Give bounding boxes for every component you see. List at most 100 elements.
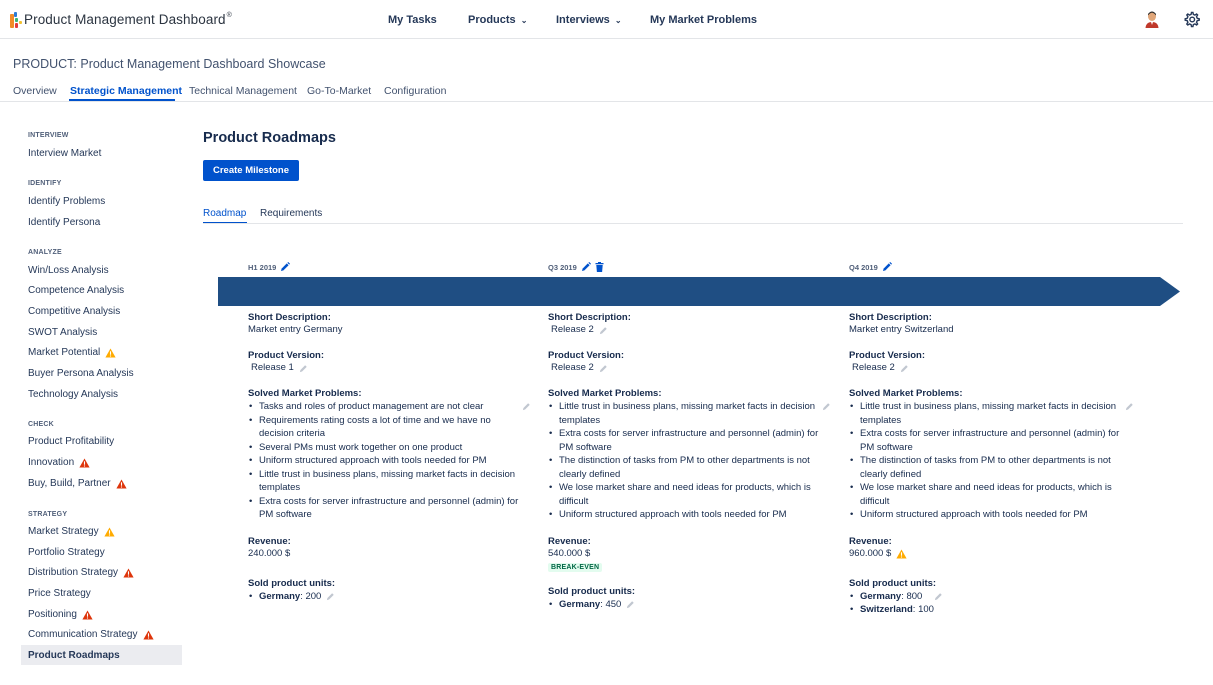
tab-strategic-management[interactable]: Strategic Management <box>70 85 182 97</box>
nav-my-tasks-label: My Tasks <box>388 14 437 26</box>
edit-pencil-icon[interactable] <box>1125 402 1134 411</box>
product-version-text: Release 2 <box>551 362 594 373</box>
user-avatar-icon[interactable] <box>1145 11 1159 28</box>
sidebar-item-price-strategy[interactable]: Price Strategy <box>28 588 91 599</box>
sidebar-item-communication-strategy[interactable]: Communication Strategy <box>28 629 154 640</box>
revenue-label: Revenue: <box>849 535 892 547</box>
page-title: Product Roadmaps <box>203 130 336 146</box>
short-description-value: Release 2 <box>548 324 838 336</box>
short-description-value: Market entry Switzerland <box>849 324 954 335</box>
sold-units-item: Germany: 450 <box>548 598 838 612</box>
sidebar-item-product-roadmaps[interactable]: Product Roadmaps <box>21 645 182 665</box>
gear-icon[interactable] <box>1183 11 1200 28</box>
sidebar-item-label: Buyer Persona Analysis <box>28 368 134 379</box>
short-description-label: Short Description: <box>849 312 932 323</box>
nav-interviews-label: Interviews <box>556 14 610 26</box>
edit-pencil-icon[interactable] <box>299 364 308 373</box>
chevron-down-icon: ⌄ <box>520 16 528 25</box>
revenue-value: 960.000 $ <box>849 548 1139 560</box>
short-description-label: Short Description: <box>548 312 631 323</box>
logo-icon <box>10 12 22 28</box>
sidebar-section-strategy: STRATEGY <box>28 511 68 518</box>
create-milestone-button[interactable]: Create Milestone <box>203 160 299 181</box>
subtab-requirements[interactable]: Requirements <box>260 208 322 219</box>
sidebar-item-positioning[interactable]: Positioning <box>28 609 93 620</box>
sidebar-section-check: CHECK <box>28 421 54 428</box>
milestone-column-q4-2019: Short Description: Market entry Switzerl… <box>849 312 1139 631</box>
problem-item: Little trust in business plans, missing … <box>548 400 823 427</box>
registered-mark: ® <box>226 12 232 19</box>
edit-icon[interactable] <box>280 262 291 272</box>
problem-item: Little trust in business plans, missing … <box>849 400 1124 427</box>
nav-products-label: Products <box>468 14 516 26</box>
revenue-value: 540.000 $ <box>548 547 591 559</box>
problem-item: Little trust in business plans, missing … <box>248 468 526 495</box>
sold-units-list: Germany: 200 <box>248 590 538 604</box>
sidebar-item-market-potential[interactable]: Market Potential <box>28 347 116 358</box>
edit-pencil-icon[interactable] <box>326 592 335 601</box>
sidebar-item-label: Competence Analysis <box>28 285 125 296</box>
sidebar-item-identify-persona[interactable]: Identify Persona <box>28 217 100 228</box>
sidebar-item-competence-analysis[interactable]: Competence Analysis <box>28 285 124 296</box>
sidebar-item-win-loss-analysis[interactable]: Win/Loss Analysis <box>28 265 109 276</box>
nav-products[interactable]: Products ⌄ <box>468 14 527 26</box>
problem-item: Extra costs for server infrastructure an… <box>548 427 823 454</box>
sold-units-label: Sold product units: <box>248 577 336 589</box>
error-icon <box>116 478 127 489</box>
sidebar-item-label: Portfolio Strategy <box>28 547 105 558</box>
app-logo[interactable]: Product Management Dashboard ® <box>10 12 232 28</box>
trash-icon[interactable] <box>595 262 604 272</box>
sold-units-label: Sold product units: <box>548 585 636 597</box>
nav-my-tasks[interactable]: My Tasks <box>388 14 437 26</box>
top-navigation: Product Management Dashboard ® My Tasks P… <box>0 0 1213 39</box>
edit-pencil-icon[interactable] <box>900 364 909 373</box>
solved-problems-list: Little trust in business plans, missing … <box>849 400 1124 522</box>
tab-go-to-market[interactable]: Go-To-Market <box>307 85 371 97</box>
sidebar-section-identify: IDENTIFY <box>28 180 62 187</box>
nav-my-market-problems[interactable]: My Market Problems <box>650 14 757 26</box>
sidebar-item-label: SWOT Analysis <box>28 327 98 338</box>
chevron-down-icon: ⌄ <box>614 16 622 25</box>
product-version-text: Release 1 <box>251 362 294 373</box>
problem-item: Several PMs must work together on one pr… <box>248 441 526 455</box>
edit-pencil-icon[interactable] <box>934 592 943 601</box>
milestone-period: Q3 2019 <box>548 262 577 272</box>
tab-overview[interactable]: Overview <box>13 85 57 97</box>
edit-pencil-icon[interactable] <box>522 402 531 411</box>
error-icon <box>82 609 93 620</box>
sidebar-item-product-profitability[interactable]: Product Profitability <box>28 436 114 447</box>
sidebar-item-swot-analysis[interactable]: SWOT Analysis <box>28 327 97 338</box>
product-version-label: Product Version: <box>248 350 325 361</box>
sidebar-item-distribution-strategy[interactable]: Distribution Strategy <box>28 567 134 578</box>
milestone-column-q3-2019: Short Description: Release 2 Product Ver… <box>548 312 838 625</box>
edit-pencil-icon[interactable] <box>626 600 635 609</box>
product-version-label: Product Version: <box>548 350 625 361</box>
sidebar-item-identify-problems[interactable]: Identify Problems <box>28 196 105 207</box>
tabs-divider <box>0 101 1213 102</box>
edit-icon[interactable] <box>882 262 892 272</box>
sidebar-item-interview-market[interactable]: Interview Market <box>28 148 101 159</box>
sidebar-item-label: Price Strategy <box>28 588 91 599</box>
subtab-roadmap[interactable]: Roadmap <box>203 208 246 219</box>
revenue-text: 960.000 $ <box>849 547 892 559</box>
tab-technical-management[interactable]: Technical Management <box>189 85 297 97</box>
edit-pencil-icon[interactable] <box>822 402 831 411</box>
sidebar-item-buy-build-partner[interactable]: Buy, Build, Partner <box>28 478 127 489</box>
sidebar-item-market-strategy[interactable]: Market Strategy <box>28 526 115 537</box>
edit-pencil-icon[interactable] <box>599 326 608 335</box>
sidebar-item-technology-analysis[interactable]: Technology Analysis <box>28 389 118 400</box>
sold-units-item: Switzerland: 100 <box>849 603 1139 617</box>
units-count: : 200 <box>300 590 322 602</box>
warning-icon <box>104 526 115 537</box>
sidebar-item-buyer-persona-analysis[interactable]: Buyer Persona Analysis <box>28 368 134 379</box>
tab-configuration[interactable]: Configuration <box>384 85 446 97</box>
sidebar-item-competitive-analysis[interactable]: Competitive Analysis <box>28 306 120 317</box>
edit-icon[interactable] <box>581 262 591 272</box>
sidebar-item-innovation[interactable]: Innovation <box>28 457 90 468</box>
problem-item: The distinction of tasks from PM to othe… <box>548 454 823 481</box>
sidebar-item-portfolio-strategy[interactable]: Portfolio Strategy <box>28 547 105 558</box>
error-icon <box>79 457 90 468</box>
nav-interviews[interactable]: Interviews ⌄ <box>556 14 622 26</box>
edit-pencil-icon[interactable] <box>599 364 608 373</box>
sold-units-item: Germany: 800 <box>849 590 1139 604</box>
